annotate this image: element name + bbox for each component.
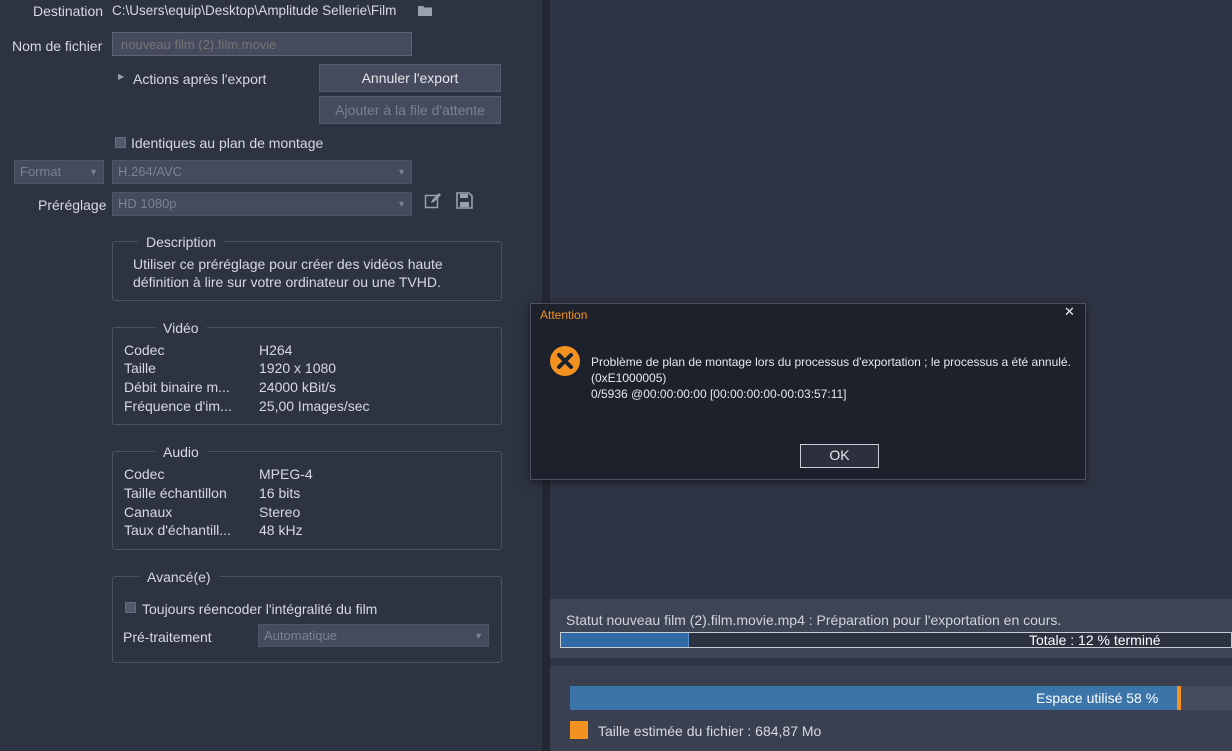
video-legend: Vidéo [155,320,207,336]
save-icon[interactable] [456,192,473,212]
export-settings-panel: Destination C:\Users\equip\Desktop\Ampli… [0,0,542,751]
audio-value: 16 bits [259,485,301,501]
filename-label: Nom de fichier [12,38,103,54]
disk-space-bar: Espace utilisé 58 % [570,686,1232,710]
preset-label: Préréglage [38,197,107,213]
description-line-2: définition à lire sur votre ordinateur o… [133,274,441,290]
audio-key: Canaux [124,504,173,520]
video-key: Fréquence d'im... [124,398,232,414]
estimated-size-swatch [570,721,588,739]
format-value: H.264/AVC [118,164,183,179]
dialog-message-line-1: Problème de plan de montage lors du proc… [591,355,1071,369]
add-to-queue-button[interactable]: Ajouter à la file d'attente [319,96,501,124]
format-type-value: Format [20,164,62,179]
audio-value: 48 kHz [259,522,303,538]
dialog-message-line-3: 0/5936 @00:00:00:00 [00:00:00:00-00:03:5… [591,387,847,401]
format-select[interactable]: H.264/AVC ▼ [112,160,412,184]
format-type-select[interactable]: Format ▼ [14,160,104,184]
ok-button[interactable]: OK [800,444,879,468]
disk-space-label: Espace utilisé 58 % [1036,690,1159,706]
filename-input[interactable] [112,32,412,56]
preprocess-label: Pré-traitement [123,629,212,645]
chevron-down-icon: ▼ [89,167,98,177]
preset-value: HD 1080p [118,196,177,211]
total-progress-bar: Totale : 12 % terminé [560,632,1232,648]
actions-after-export-toggle[interactable]: Actions après l'export [133,71,266,87]
status-text: Statut nouveau film (2).film.movie.mp4 :… [566,612,1062,628]
reencode-checkbox[interactable] [125,602,136,613]
cancel-export-button[interactable]: Annuler l'export [319,64,501,92]
audio-key: Taille échantillon [124,485,227,501]
audio-key: Codec [124,466,165,482]
chevron-down-icon: ▼ [397,167,406,177]
preset-select[interactable]: HD 1080p ▼ [112,192,412,216]
error-icon [549,345,581,380]
audio-key: Taux d'échantill... [124,522,231,538]
video-key: Codec [124,342,165,358]
video-value: H264 [259,342,293,358]
edit-icon[interactable] [424,192,442,213]
destination-label: Destination [33,3,104,19]
audio-value: MPEG-4 [259,466,313,482]
folder-icon[interactable] [418,4,432,20]
video-value: 25,00 Images/sec [259,398,370,414]
audio-legend: Audio [155,444,207,460]
video-value: 24000 kBit/s [259,379,337,395]
error-dialog: Attention ✕ Problème de plan de montage … [530,303,1086,480]
close-icon[interactable]: ✕ [1064,304,1075,320]
destination-path[interactable]: C:\Users\equip\Desktop\Amplitude Selleri… [112,3,396,18]
video-key: Débit binaire m... [124,379,230,395]
identical-to-timeline-checkbox[interactable] [115,137,126,148]
description-line-1: Utiliser ce préréglage pour créer des vi… [133,256,443,272]
preprocess-value: Automatique [264,628,337,643]
chevron-down-icon: ▼ [397,199,406,209]
video-value: 1920 x 1080 [259,360,337,376]
advanced-group [112,576,502,663]
identical-to-timeline-label: Identiques au plan de montage [131,135,324,151]
total-progress-label: Totale : 12 % terminé [1029,632,1161,648]
audio-value: Stereo [259,504,301,520]
total-progress-fill [561,633,690,647]
video-key: Taille [124,360,156,376]
free-space-segment [1181,686,1232,710]
chevron-down-icon: ▼ [474,631,483,641]
status-panel [550,599,1232,658]
preprocess-select[interactable]: Automatique ▼ [258,624,489,647]
estimated-size-label: Taille estimée du fichier : 684,87 Mo [598,723,822,739]
description-legend: Description [138,234,225,250]
expand-arrow-icon[interactable]: ▶ [118,72,124,81]
reencode-label: Toujours réencoder l'intégralité du film [142,601,378,617]
dialog-title: Attention [540,308,588,322]
advanced-legend: Avancé(e) [139,569,219,585]
dialog-message-line-2: (0xE1000005) [591,371,667,385]
